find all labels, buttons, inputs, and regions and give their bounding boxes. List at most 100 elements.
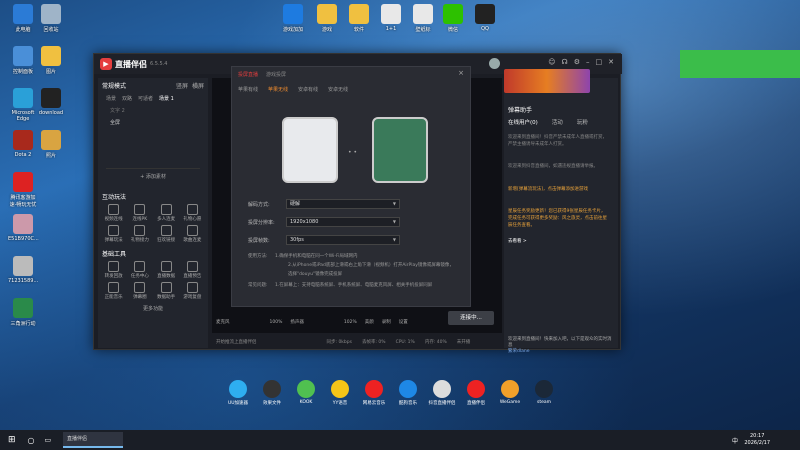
- desktop-shortcut[interactable]: 图片: [36, 46, 66, 75]
- desktop-shortcut[interactable]: 三角洲行动: [8, 298, 38, 327]
- tab-fans[interactable]: 玩粉: [577, 118, 588, 126]
- desktop-shortcut[interactable]: 71231589...: [8, 256, 38, 284]
- resolution-select[interactable]: 1920x1080: [286, 217, 400, 227]
- promo-banner[interactable]: [504, 69, 590, 93]
- orientation-tab-landscape[interactable]: 横屏: [192, 81, 204, 90]
- tool-button[interactable]: 弹幕玩法: [102, 225, 125, 243]
- task-view-icon[interactable]: ▭: [45, 436, 52, 444]
- user-icon[interactable]: ☺: [548, 58, 555, 66]
- dock-app[interactable]: 效果文件: [258, 380, 286, 406]
- dock-app[interactable]: 酷狗音乐: [394, 380, 422, 406]
- speaker-label[interactable]: 扬声器: [290, 319, 304, 325]
- desktop-shortcut[interactable]: Microsoft Edge: [8, 88, 38, 122]
- desktop-shortcut[interactable]: 腾讯客游加速-畅玩无忧: [8, 172, 38, 208]
- desktop-shortcut[interactable]: 微信: [438, 4, 468, 33]
- record-button[interactable]: 录制: [382, 319, 391, 325]
- tool-button[interactable]: 弹幕圈: [128, 282, 151, 300]
- tool-button[interactable]: 正能音乐: [102, 282, 125, 300]
- connect-button[interactable]: 连接中...: [448, 311, 494, 325]
- taskbar-app-live-companion[interactable]: 直播伴侣: [63, 432, 123, 448]
- settings-icon[interactable]: ⚙: [574, 58, 580, 66]
- ime-indicator[interactable]: 中: [732, 436, 738, 445]
- tab-android-wireless[interactable]: 安卓无线: [328, 86, 348, 93]
- orientation-tab-portrait[interactable]: 竖屏: [176, 81, 188, 90]
- mode-label[interactable]: 常规模式: [102, 83, 126, 90]
- tool-button[interactable]: 礼物接力: [128, 225, 151, 243]
- search-icon[interactable]: ○: [28, 436, 35, 445]
- tool-label: 正能音乐: [104, 295, 123, 300]
- tool-button[interactable]: 歌曲连麦: [181, 225, 204, 243]
- settings-button[interactable]: 设置: [399, 319, 408, 325]
- minimize-icon[interactable]: –: [586, 58, 590, 66]
- dialog-close-icon[interactable]: ×: [458, 69, 464, 77]
- scene-item[interactable]: 文字 2: [102, 104, 204, 117]
- scene-tab-active[interactable]: 场景 1: [159, 95, 174, 102]
- desktop-shortcut[interactable]: 照片: [36, 130, 66, 159]
- dock-app[interactable]: 抖音直播伴侣: [428, 380, 456, 406]
- dock-app[interactable]: 网易云音乐: [360, 380, 388, 406]
- dock-app[interactable]: WeGame: [496, 380, 524, 406]
- dock-app[interactable]: steam: [530, 380, 558, 406]
- decode-select[interactable]: 硬解: [286, 199, 400, 209]
- task-link[interactable]: 去看看 >: [508, 238, 608, 245]
- tab-apple-wired[interactable]: 苹果有线: [238, 86, 258, 93]
- beauty-button[interactable]: 美颜: [365, 319, 374, 325]
- scene-tab[interactable]: 双路: [122, 95, 132, 102]
- desktop-shortcut[interactable]: 1+1: [376, 4, 406, 32]
- avatar[interactable]: [489, 58, 500, 69]
- tab-cast-live[interactable]: 投屏直播: [238, 71, 258, 78]
- tool-button[interactable]: 狂欢链接: [155, 225, 178, 243]
- tool-button[interactable]: 多人连麦: [155, 204, 178, 222]
- scene-item[interactable]: 全屏: [102, 117, 204, 128]
- tool-button[interactable]: 游戏复盘: [181, 282, 204, 300]
- dock-app-label: KOOK: [299, 400, 313, 405]
- speaker-zoom: 102%: [343, 319, 357, 325]
- tab-apple-wireless[interactable]: 苹果无线: [268, 86, 288, 93]
- mic-label[interactable]: 麦克风: [216, 319, 230, 325]
- desktop-shortcut[interactable]: 控制面板: [8, 46, 38, 75]
- desktop-shortcut[interactable]: E51B970C...: [8, 214, 39, 242]
- dock-app-icon: [399, 380, 417, 398]
- dock-app[interactable]: UU加速器: [224, 380, 252, 406]
- tool-button[interactable]: 直播数据: [155, 261, 178, 279]
- tab-online-users[interactable]: 在线用户(0): [508, 118, 538, 126]
- scene-tab[interactable]: 可适者: [138, 95, 153, 102]
- dock-app-label: 效果文件: [263, 401, 281, 406]
- tool-button[interactable]: 转发回放: [102, 261, 125, 279]
- headset-icon[interactable]: ☊: [562, 58, 568, 66]
- desktop-shortcut[interactable]: 回收站: [36, 4, 66, 33]
- desktop-shortcut[interactable]: Dota 2: [8, 130, 38, 158]
- fps-select[interactable]: 30fps: [286, 235, 400, 245]
- taskbar-clock[interactable]: 20:17 2026/2/17: [744, 433, 770, 447]
- desktop-shortcut[interactable]: 此电脑: [8, 4, 38, 33]
- dock-app[interactable]: 直播伴侣: [462, 380, 490, 406]
- tool-button[interactable]: 任务中心: [128, 261, 151, 279]
- dock-app[interactable]: YY语音: [326, 380, 354, 406]
- user-tag[interactable]: 繁荣dlane: [508, 348, 614, 354]
- dock-app[interactable]: KOOK: [292, 380, 320, 406]
- maximize-icon[interactable]: □: [596, 58, 603, 66]
- desktop-shortcut-label: 1+1: [385, 26, 397, 32]
- add-source-button[interactable]: + 添加素材: [106, 168, 200, 180]
- tool-button[interactable]: 数据助手: [155, 282, 178, 300]
- tool-button[interactable]: 直播预告: [181, 261, 204, 279]
- scene-tab[interactable]: 场景: [106, 95, 116, 102]
- desktop-shortcut[interactable]: QQ: [470, 4, 500, 32]
- tool-button[interactable]: 礼物心愿: [181, 204, 204, 222]
- feature-notice[interactable]: 新增[弹幕流玩法]，点击弹幕添加进游戏: [508, 186, 608, 193]
- phone-illustration-control-center: [282, 117, 338, 183]
- desktop-shortcut[interactable]: 软件: [344, 4, 374, 33]
- tab-game-cast[interactable]: 游戏投屏: [266, 71, 286, 78]
- tab-activity[interactable]: 活动: [552, 118, 563, 126]
- tool-button[interactable]: 视频连线: [102, 204, 125, 222]
- tool-button[interactable]: 连线PK: [128, 204, 151, 222]
- desktop-shortcut[interactable]: 壁纸标: [408, 4, 438, 33]
- desktop-shortcut[interactable]: download: [36, 88, 66, 116]
- desktop-shortcut-label: 微信: [447, 27, 458, 33]
- more-features-button[interactable]: 更多功能: [102, 305, 204, 312]
- tab-android-wired[interactable]: 安卓有线: [298, 86, 318, 93]
- desktop-shortcut[interactable]: 游戏: [312, 4, 342, 33]
- close-icon[interactable]: ✕: [608, 58, 614, 66]
- windows-start-icon[interactable]: ⊞: [8, 435, 16, 445]
- desktop-shortcut[interactable]: 游戏加加: [278, 4, 308, 33]
